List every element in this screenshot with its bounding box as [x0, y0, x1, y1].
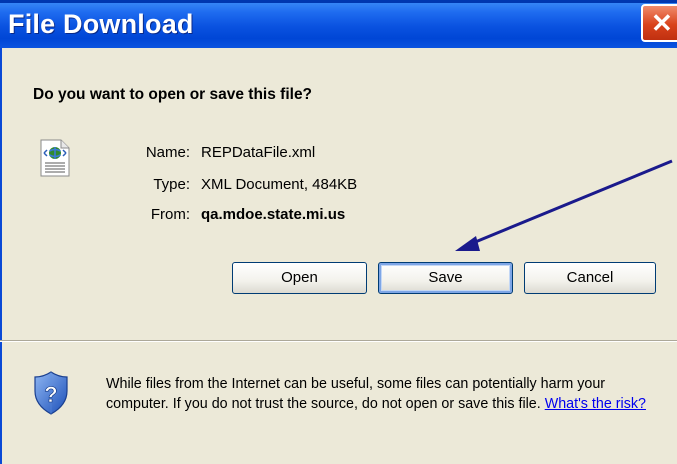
arrow-head: [455, 236, 480, 251]
annotation-arrow: [455, 159, 673, 251]
arrow-shaft: [467, 159, 673, 247]
